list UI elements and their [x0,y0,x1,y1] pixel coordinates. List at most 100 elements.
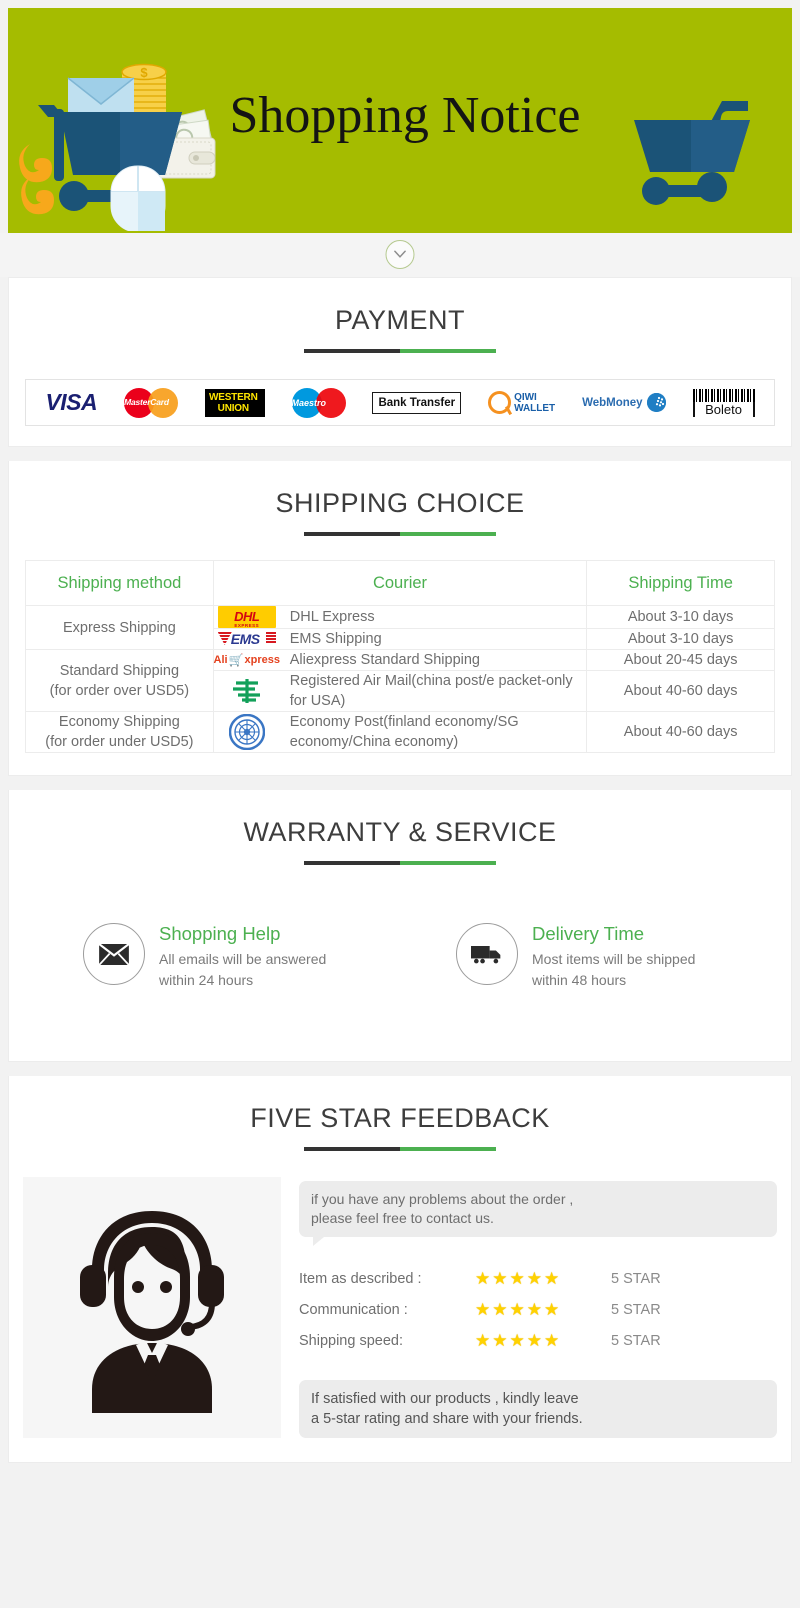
table-row: Express Shipping DHL EXPRESS DHL Express … [25,605,775,650]
shopping-notice-page: $ Shopping Notice PAYMENT VISA MasterCar… [0,8,800,1463]
shipping-section: SHIPPING CHOICE Shipping method Courier … [8,461,792,776]
webmoney-logo: WebMoney [582,386,666,420]
courier-label: EMS Shipping [289,631,382,647]
star-icon: ★ [544,1269,560,1288]
courier-cell: EMS EMS Shipping [212,628,588,650]
rating-row-item-as-described: Item as described : ★ ★ ★ ★ ★ 5 STAR [299,1263,777,1294]
shipping-table: Shipping method Courier Shipping Time Ex… [25,560,775,753]
star-icon: ★ [526,1300,542,1319]
mastercard-logo: MasterCard [124,386,179,420]
payment-section: PAYMENT VISA MasterCard WESTERN UNION Ma… [8,277,792,447]
star-icon: ★ [492,1269,508,1288]
courier-label: Registered Air Mail(china post/e packet-… [289,673,573,709]
courier-cell: Economy Post(finland economy/SG economy/… [212,711,588,753]
shipping-time: About 3-10 days [586,628,775,650]
section-divider [0,233,800,277]
table-row: Standard Shipping (for order over USD5) … [25,649,775,712]
rating-label: Item as described : [299,1270,422,1287]
warranty-line2: within 48 hours [532,972,627,988]
star-icon: ★ [509,1331,525,1350]
payment-methods-strip: VISA MasterCard WESTERN UNION Maestro Ba… [25,379,775,426]
united-nations-logo [214,714,280,750]
aliexpress-logo: Ali 🛒 xpress [213,653,281,667]
shipping-time: About 40-60 days [586,670,775,712]
star-icon: ★ [526,1331,542,1350]
table-header-row: Shipping method Courier Shipping Time [25,560,775,606]
western-union-logo: WESTERN UNION [204,386,265,420]
star-rating: ★ ★ ★ ★ ★ [475,1301,597,1318]
warranty-item-shopping-help: Shopping Help All emails will be answere… [9,923,418,991]
rating-request-bubble: If satisfied with our products , kindly … [299,1380,777,1438]
shopping-cart-mail-money-illustration: $ [16,56,236,233]
shipping-title: SHIPPING CHOICE [275,488,525,518]
western-union-line2: UNION [217,402,249,414]
chevron-down-circle-icon[interactable] [385,240,415,269]
star-rating: ★ ★ ★ ★ ★ [475,1270,597,1287]
method-express: Express Shipping [25,605,214,650]
china-post-logo [214,676,280,706]
boleto-label: Boleto [692,401,755,417]
shopping-cart-illustration [612,73,782,223]
courier-cell: Registered Air Mail(china post/e packet-… [212,670,588,712]
rating-row-shipping-speed: Shipping speed: ★ ★ ★ ★ ★ 5 STAR [299,1325,777,1356]
shipping-time: About 20-45 days [586,649,775,671]
rating-value: 5 STAR [611,1332,661,1349]
star-icon: ★ [492,1331,508,1350]
star-icon: ★ [544,1331,560,1350]
star-icon: ★ [475,1300,491,1319]
webmoney-globe-icon [646,393,666,412]
star-icon: ★ [526,1269,542,1288]
boleto-logo: Boleto [692,386,755,420]
rating-value: 5 STAR [611,1270,661,1287]
warranty-title: WARRANTY & SERVICE [243,817,557,847]
method-economy: Economy Shipping (for order under USD5) [25,711,214,753]
bubble-line1: if you have any problems about the order… [311,1191,574,1207]
rating-value: 5 STAR [611,1301,661,1318]
dhl-logo: DHL EXPRESS [214,606,280,628]
shipping-time: About 3-10 days [586,605,775,629]
title-underline [304,349,496,353]
warranty-item-delivery-time: Delivery Time Most items will be shipped… [418,923,791,991]
envelope-icon [83,923,145,985]
header-shipping-time: Shipping Time [586,560,775,606]
feedback-title: FIVE STAR FEEDBACK [250,1103,550,1133]
contact-bubble: if you have any problems about the order… [299,1181,777,1246]
bubble-line1: If satisfied with our products , kindly … [311,1391,579,1407]
star-icon: ★ [492,1300,508,1319]
qiwi-wallet-logo: QIWI WALLET [488,386,555,420]
qiwi-mark-icon [488,391,512,414]
star-icon: ★ [544,1300,560,1319]
rating-label: Shipping speed: [299,1332,403,1349]
warranty-line1: Most items will be shipped [532,951,696,967]
western-union-line1: WESTERN [208,391,258,403]
table-row: Economy Shipping (for order under USD5) [25,711,775,753]
courier-cell: Ali 🛒 xpress Aliexpress Standard Shipping [212,649,588,671]
shipping-time: About 40-60 days [586,711,775,753]
rating-row-communication: Communication : ★ ★ ★ ★ ★ 5 STAR [299,1294,777,1325]
bubble-line2: a 5-star rating and share with your frie… [311,1411,583,1427]
payment-title: PAYMENT [334,305,465,335]
warranty-heading: Delivery Time [532,923,645,944]
visa-label: VISA [45,389,98,415]
truck-icon [456,923,518,985]
warranty-section: WARRANTY & SERVICE Shopping Help All ema… [8,790,792,1062]
bubble-line2: please feel free to contact us. [311,1210,494,1226]
warranty-line2: within 24 hours [159,972,254,988]
ems-logo: EMS [214,629,280,649]
visa-logo: VISA [45,386,97,420]
title-underline [304,532,496,536]
svg-text:$: $ [140,65,148,80]
bank-transfer-logo: Bank Transfer [372,386,462,420]
warranty-heading: Shopping Help [159,923,281,944]
star-rating: ★ ★ ★ ★ ★ [475,1332,597,1349]
header-courier: Courier [212,560,588,606]
bank-transfer-label: Bank Transfer [372,391,462,414]
star-icon: ★ [509,1300,525,1319]
webmoney-label: WebMoney [582,396,643,409]
mastercard-label: MasterCard [124,396,169,407]
warranty-line1: All emails will be answered [159,951,327,967]
rating-label: Communication : [299,1301,408,1318]
star-icon: ★ [475,1269,491,1288]
star-icon: ★ [475,1331,491,1350]
banner: $ Shopping Notice [8,8,792,233]
